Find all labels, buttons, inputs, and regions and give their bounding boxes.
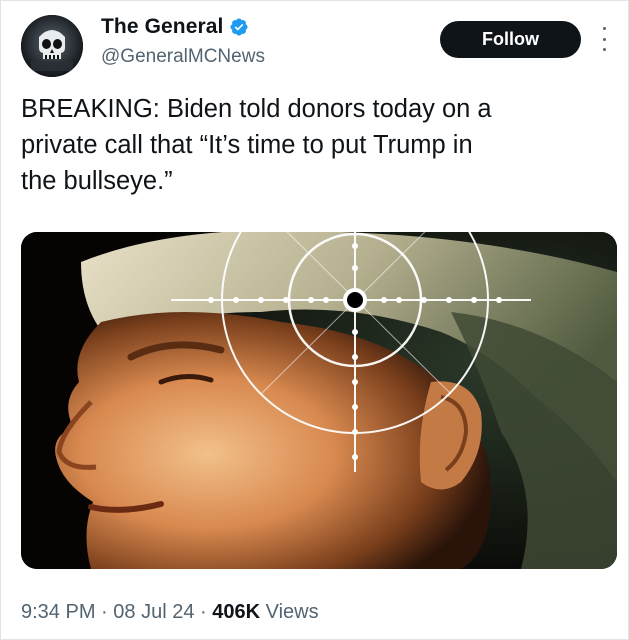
tweet-text-line: the bullseye.”	[21, 167, 173, 195]
more-dot	[602, 37, 606, 41]
views-count: 406K	[212, 601, 261, 623]
tweet-media-image[interactable]	[21, 232, 617, 569]
more-options-icon[interactable]	[599, 27, 609, 51]
tweet-time[interactable]: 9:34 PM	[21, 601, 95, 623]
tweet-meta: 9:34 PM · 08 Jul 24 · 406K Views	[21, 601, 319, 624]
tweet-text: BREAKING: Biden told donors today on a p…	[21, 91, 611, 199]
skull-avatar-icon	[21, 15, 83, 77]
tweet-date[interactable]: 08 Jul 24	[113, 601, 194, 623]
follow-button[interactable]: Follow	[440, 21, 581, 58]
author-display-name[interactable]: The General	[101, 15, 223, 39]
tweet-text-line: private call that “It’s time to put Trum…	[21, 131, 473, 159]
more-dot	[602, 48, 606, 51]
author-name-row[interactable]: The General	[101, 15, 249, 39]
tweet-card: The General @GeneralMCNews Follow BREAKI…	[0, 0, 629, 640]
views-label: Views	[265, 601, 319, 623]
meta-separator: ·	[200, 601, 207, 623]
author-avatar[interactable]	[21, 15, 83, 77]
meta-separator: ·	[101, 601, 108, 623]
portrait-with-crosshair-image	[21, 232, 617, 569]
more-dot	[602, 27, 606, 30]
author-handle[interactable]: @GeneralMCNews	[101, 46, 265, 68]
verified-badge-icon	[229, 17, 249, 37]
tweet-text-line: BREAKING: Biden told donors today on a	[21, 95, 492, 123]
